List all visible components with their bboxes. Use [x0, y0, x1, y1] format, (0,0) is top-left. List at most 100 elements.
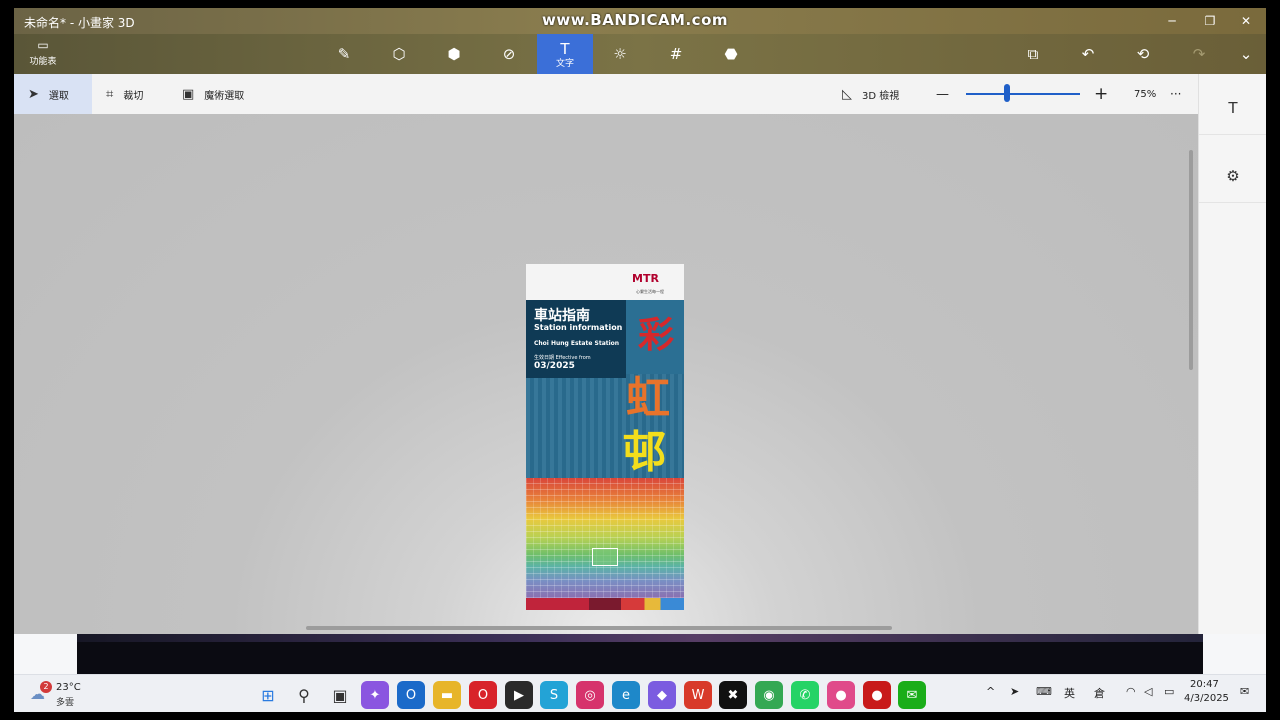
clock-time[interactable]: 20:47: [1190, 679, 1219, 690]
clock-date[interactable]: 4/3/2025: [1184, 693, 1229, 704]
paste-icon: ⧉: [1027, 45, 1039, 63]
brush-icon: ✎: [337, 45, 351, 63]
3d-shapes-tool[interactable]: ⬢: [426, 34, 482, 74]
weather-temperature: 23°C: [56, 682, 81, 693]
text-tool-label: 文字: [555, 58, 574, 69]
taskbar-wechat-icon[interactable]: ✉: [898, 681, 926, 709]
library-icon: ⬣: [724, 45, 738, 63]
zoom-value[interactable]: 75%: [1134, 74, 1156, 114]
settings-panel-button[interactable]: ⚙: [1199, 150, 1266, 203]
zoom-in-button[interactable]: +: [1094, 74, 1108, 114]
expand-button[interactable]: ⌄: [1226, 34, 1266, 74]
view-3d-label: 3D 檢視: [862, 90, 900, 102]
taskbar-photos-icon[interactable]: ◆: [648, 681, 676, 709]
bandicam-watermark: www.BANDICAM.com: [542, 11, 729, 29]
taskbar-bandicam-icon[interactable]: ●: [863, 681, 891, 709]
taskbar-capcut-icon[interactable]: ✖: [719, 681, 747, 709]
minimize-button[interactable]: ─: [1154, 8, 1190, 34]
magic-select-label: 魔術選取: [204, 90, 245, 102]
mtr-poster-image[interactable]: MTR 心繫生活每一程 車站指南 Station information Cho…: [526, 264, 684, 610]
zoom-slider-thumb[interactable]: [1004, 84, 1010, 102]
vertical-scrollbar[interactable]: [1189, 150, 1193, 370]
cursor-icon: ➤: [28, 86, 39, 102]
basketball-hoop-decoration: [592, 548, 618, 566]
view-3d-icon: ◺: [842, 86, 852, 102]
brushes-tool[interactable]: ✎: [316, 34, 372, 74]
paste-button[interactable]: ⧉: [1013, 34, 1053, 74]
taskbar-outlook-icon[interactable]: O: [397, 681, 425, 709]
shapes-2d-icon: ⬡: [392, 45, 406, 63]
crop-label: 裁切: [123, 90, 144, 102]
magic-select-button[interactable]: ▣ 魔術選取: [182, 74, 244, 114]
maximize-button[interactable]: ❐: [1192, 8, 1228, 34]
canvas-tool[interactable]: #: [648, 34, 704, 74]
calligraphy-char-1: 彩: [638, 315, 675, 356]
sliders-icon: ⚙: [1226, 167, 1240, 185]
taskbar-copilot-icon[interactable]: ✦: [361, 681, 389, 709]
ime-language[interactable]: 英: [1064, 685, 1075, 701]
keyboard-icon[interactable]: ⌨: [1036, 685, 1052, 698]
taskbar-start-icon[interactable]: ⊞: [254, 681, 282, 709]
select-label: 選取: [48, 90, 69, 102]
horizontal-scrollbar[interactable]: [306, 626, 892, 630]
tool-options-bar: ➤ 選取 ⌗ 裁切 ▣ 魔術選取 ◺ 3D 檢視 — + 75% ···: [14, 74, 1198, 115]
poster-effective: 生效日期 Effective from: [534, 355, 591, 361]
3d-library-tool[interactable]: ⬣: [703, 34, 759, 74]
poster-station: Choi Hung Estate Station: [534, 340, 620, 347]
undo-icon: ↶: [1081, 45, 1095, 63]
view-3d-button[interactable]: ◺ 3D 檢視: [842, 74, 899, 114]
canvas-area[interactable]: MTR 心繫生活每一程 車站指南 Station information Cho…: [14, 114, 1198, 634]
zoom-out-button[interactable]: —: [936, 74, 949, 114]
taskbar-wps-icon[interactable]: W: [684, 681, 712, 709]
taskbar-media-player-icon[interactable]: ▶: [505, 681, 533, 709]
history-button[interactable]: ⟲: [1123, 34, 1163, 74]
taskbar-s-app-icon[interactable]: S: [540, 681, 568, 709]
mtr-logo: MTR: [632, 272, 659, 285]
text-panel-button[interactable]: T: [1199, 82, 1266, 135]
taskbar-search-icon[interactable]: ⚲: [290, 681, 318, 709]
paint3d-window: 未命名* - 小畫家 3D www.BANDICAM.com ─ ❐ ✕ ▭ 功…: [14, 8, 1266, 712]
taskbar-file-explorer-icon[interactable]: ▬: [433, 681, 461, 709]
right-panel: T ⚙: [1198, 74, 1266, 634]
crop-button[interactable]: ⌗ 裁切: [106, 74, 143, 114]
stickers-tool[interactable]: ⊘: [481, 34, 537, 74]
poster-header: MTR 心繫生活每一程: [526, 264, 684, 300]
volume-icon[interactable]: ◁: [1144, 685, 1152, 698]
poster-title-box: 車站指南 Station information Choi Hung Estat…: [526, 300, 626, 378]
poster-title-zh: 車站指南: [534, 308, 590, 324]
effects-tool[interactable]: ☼: [592, 34, 648, 74]
canvas-icon: #: [669, 45, 683, 63]
title-bar: 未命名* - 小畫家 3D www.BANDICAM.com ─ ❐ ✕: [14, 8, 1266, 34]
notification-icon[interactable]: ✉: [1240, 685, 1249, 698]
taskbar-paint3d-icon[interactable]: ●: [827, 681, 855, 709]
select-button[interactable]: ➤ 選取: [14, 74, 92, 114]
tray-chevron-icon[interactable]: ^: [986, 685, 995, 698]
redo-button[interactable]: ↷: [1179, 34, 1219, 74]
close-button[interactable]: ✕: [1228, 8, 1264, 34]
battery-icon[interactable]: ▭: [1164, 685, 1174, 698]
taskbar-instagram-icon[interactable]: ◎: [576, 681, 604, 709]
chevron-down-icon: ⌄: [1239, 45, 1253, 63]
wifi-icon[interactable]: ◠: [1126, 685, 1136, 698]
sticker-icon: ⊘: [502, 45, 516, 63]
mtr-slogan: 心繫生活每一程: [636, 289, 664, 294]
undo-button[interactable]: ↶: [1068, 34, 1108, 74]
taskbar-chrome-icon[interactable]: ◉: [755, 681, 783, 709]
weather-widget[interactable]: ☁ 2 23°C 多雲: [30, 681, 100, 709]
menu-button[interactable]: ▭ 功能表: [22, 38, 64, 72]
cube-icon: ⬢: [447, 45, 461, 63]
location-icon[interactable]: ➤: [1010, 685, 1019, 698]
taskbar-opera-icon[interactable]: O: [469, 681, 497, 709]
2d-shapes-tool[interactable]: ⬡: [371, 34, 427, 74]
taskbar-task-view-icon[interactable]: ▣: [326, 681, 354, 709]
taskbar-whatsapp-icon[interactable]: ✆: [791, 681, 819, 709]
poster-bottom-strip: [526, 598, 684, 610]
taskbar-edge-icon[interactable]: e: [612, 681, 640, 709]
text-tool[interactable]: T 文字: [537, 34, 593, 74]
magic-select-icon: ▣: [182, 86, 195, 102]
more-button[interactable]: ···: [1170, 74, 1181, 114]
zoom-slider[interactable]: [966, 93, 1080, 95]
desktop-background-strip: [77, 634, 1203, 674]
weather-condition: 多雲: [56, 698, 75, 708]
ime-mode[interactable]: 倉: [1094, 685, 1105, 701]
